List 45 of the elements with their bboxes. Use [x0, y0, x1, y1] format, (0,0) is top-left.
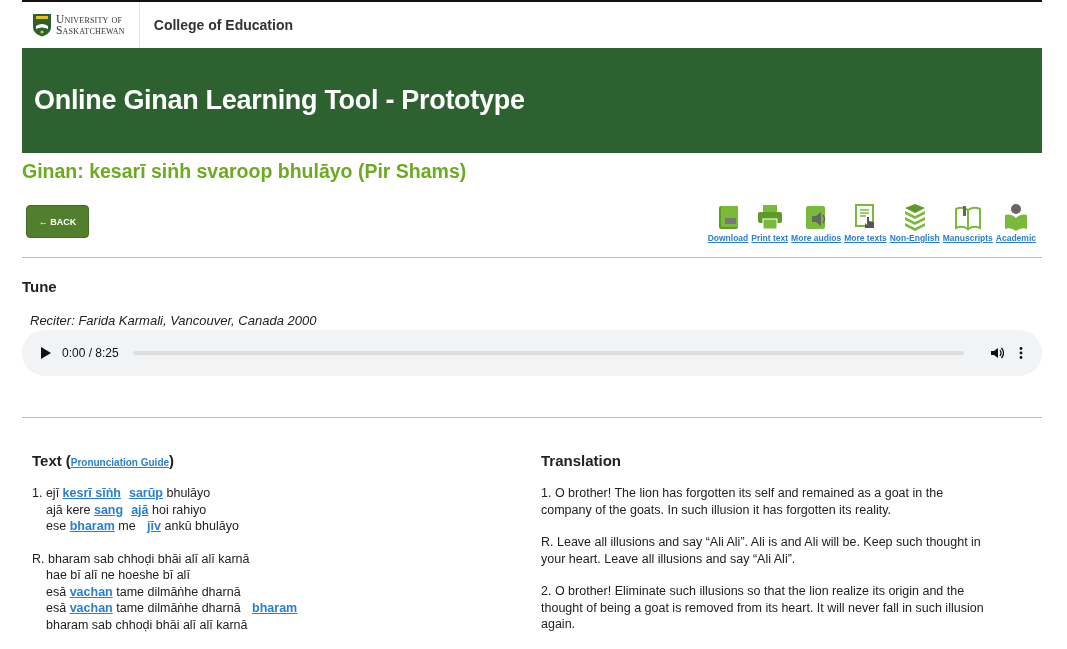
translation-paragraph: R. Leave all illusions and say “Ali Ali”. Ali is and Ali will be. Keep such thought in your heart. Leave all illusions and say “Ali Ali”.: [541, 534, 982, 567]
verse-line: ese bharam me jīv ankū bhulāyo: [45, 518, 240, 535]
parenthesis: ): [169, 452, 175, 469]
section-heading: Translation: [541, 452, 623, 469]
word-link[interactable]: kesrī sīṅh: [62, 486, 121, 500]
verse-line: 1. ejī kesrī sīṅh sarūp bhulāyo: [32, 485, 212, 502]
parenthesis: (: [65, 452, 71, 469]
page-title: Online Ginan Learning Tool - Prototype: [34, 85, 525, 116]
verse-line: R. bharam sab chhoḍi bhāi alī alī karnā: [32, 550, 251, 567]
word-link[interactable]: vachan: [69, 584, 113, 599]
resource-link[interactable]: Print text: [751, 233, 789, 243]
guide-link[interactable]: Pronunciation Guide: [70, 457, 170, 468]
word-link[interactable]: sarūp: [128, 486, 163, 500]
reciter-text: Reciter: Farida Karmali, Vancouver, Canada 2000: [30, 313, 318, 328]
word-link[interactable]: bharam: [69, 519, 115, 533]
resource-link[interactable]: More texts: [844, 233, 887, 243]
shield-icon: [32, 13, 52, 37]
verse-line: esā vachan tame dilmāṅhe dharnā bharam: [45, 600, 299, 617]
resource-link[interactable]: Academic: [995, 233, 1036, 243]
playback-time: 0:00 / 8:25: [62, 346, 119, 360]
translation-paragraph: 2. O brother! Eliminate such illusions so that the lion realize its origin and the thought of being a goat is removed from its heart. It will never fall in such illusion again.: [541, 583, 985, 633]
printer-icon: [755, 203, 784, 231]
play-icon[interactable]: [38, 346, 52, 360]
volume-icon[interactable]: [990, 346, 1004, 360]
verse-line: hae bī alī ne hoeshe bī alī: [45, 567, 191, 584]
verse-line: esā vachan tame dilmāṅhe dharnā: [45, 583, 242, 600]
university-name: University of Saskatchewan: [56, 14, 125, 36]
section-heading: Text: [32, 452, 62, 469]
word-link[interactable]: jīv: [147, 519, 161, 533]
word-link[interactable]: vachan: [69, 601, 113, 615]
college-name: College of Education: [153, 17, 294, 33]
back-button[interactable]: ← BACK: [26, 205, 89, 238]
open-book-icon: [953, 203, 982, 231]
resource-link[interactable]: More audios: [791, 233, 842, 243]
section-heading: Tune: [22, 278, 58, 295]
translation-paragraph: 1. O brother! The lion has forgotten its self and remained as a goat in the company of the goats. In such illusion it has forgotten its reality.: [541, 485, 945, 518]
word-link[interactable]: ajā: [131, 502, 149, 517]
resource-link[interactable]: Non-English: [889, 233, 940, 243]
resource-link[interactable]: Download: [707, 233, 749, 243]
resource-link[interactable]: Manuscripts: [942, 233, 993, 243]
word-link[interactable]: sang: [93, 502, 124, 517]
word-link[interactable]: bharam: [252, 601, 298, 615]
verse-line: bharam sab chhoḍi bhāi alī alī karnā: [45, 616, 249, 633]
ginan-title: Ginan: kesarī siṅh svaroop bhulāyo (Pir Shams): [22, 160, 468, 183]
verse-line: ajā kere sang ajā hoi rahiyo: [45, 501, 208, 518]
